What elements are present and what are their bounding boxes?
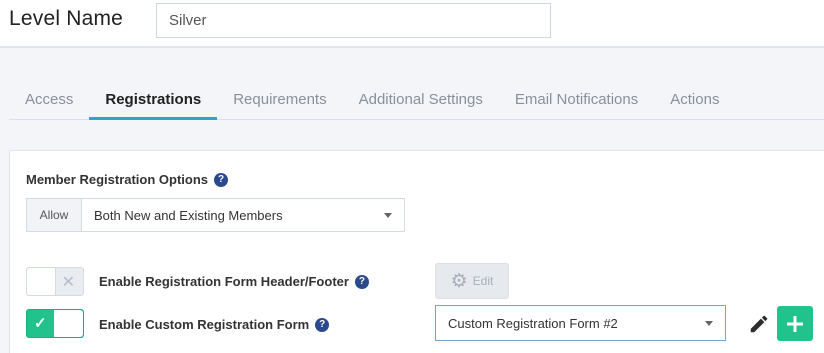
header-footer-option: Enable Registration Form Header/Footer ?	[99, 274, 369, 289]
tab-registrations[interactable]: Registrations	[89, 80, 218, 120]
tab-access[interactable]: Access	[9, 80, 89, 120]
section-title-text: Member Registration Options	[26, 172, 209, 187]
edit-header-footer-button[interactable]: ⚙ Edit	[435, 263, 509, 299]
custom-form-label: Enable Custom Registration Form	[99, 317, 310, 332]
custom-form-toggle[interactable]: ✓	[26, 309, 84, 338]
check-icon: ✓	[34, 315, 47, 332]
tab-email-notifications[interactable]: Email Notifications	[499, 80, 654, 120]
member-registration-options-heading: Member Registration Options ?	[26, 172, 229, 187]
custom-form-select[interactable]: Custom Registration Form #2	[435, 305, 726, 341]
custom-form-select-value: Custom Registration Form #2	[448, 315, 618, 331]
help-icon[interactable]: ?	[214, 172, 229, 187]
level-header: Level Name	[0, 0, 824, 48]
pencil-icon	[750, 315, 768, 333]
tab-requirements[interactable]: Requirements	[217, 80, 342, 120]
edit-custom-form-button[interactable]	[748, 313, 770, 335]
chevron-down-icon	[705, 320, 713, 326]
allow-select-value: Both New and Existing Members	[94, 207, 283, 223]
gear-icon: ⚙	[450, 270, 468, 292]
settings-tabs: Access Registrations Requirements Additi…	[9, 80, 824, 120]
allow-select[interactable]: Both New and Existing Members	[82, 199, 404, 231]
level-name-label: Level Name	[9, 7, 124, 30]
plus-icon	[787, 315, 803, 332]
chevron-down-icon	[384, 212, 392, 218]
add-custom-form-button[interactable]	[777, 306, 813, 341]
header-footer-toggle[interactable]: ✕	[26, 267, 84, 296]
tab-additional-settings[interactable]: Additional Settings	[343, 80, 499, 120]
help-icon[interactable]: ?	[315, 317, 330, 332]
allow-select-group: Allow Both New and Existing Members	[26, 198, 405, 232]
level-name-input[interactable]	[156, 3, 551, 38]
edit-button-label: Edit	[472, 274, 494, 288]
toggle-knob	[54, 310, 83, 337]
custom-form-option: Enable Custom Registration Form ?	[99, 317, 330, 332]
help-icon[interactable]: ?	[354, 274, 369, 289]
toggle-knob	[27, 268, 56, 295]
close-icon: ✕	[61, 274, 75, 291]
header-footer-label: Enable Registration Form Header/Footer	[99, 274, 349, 289]
tab-actions[interactable]: Actions	[654, 80, 735, 120]
allow-addon-label: Allow	[27, 199, 82, 231]
